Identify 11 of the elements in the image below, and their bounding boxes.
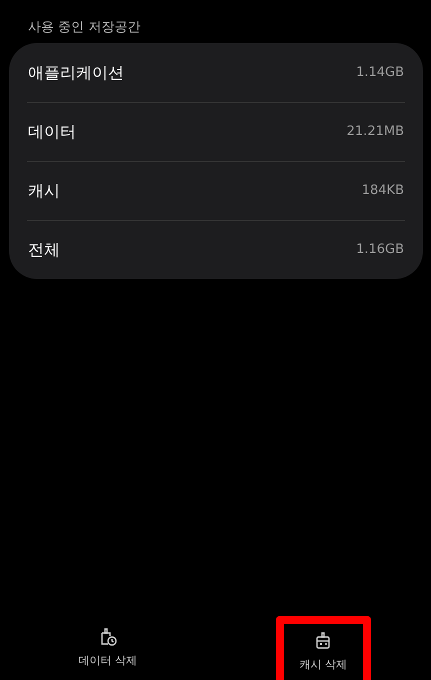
section-title: 사용 중인 저장공간 <box>27 19 142 37</box>
row-label: 애플리케이션 <box>28 62 124 84</box>
action-button[interactable]: 데이터 삭제 <box>0 616 216 680</box>
row-label: 전체 <box>28 239 60 261</box>
row-label: 캐시 <box>28 180 60 202</box>
row-value: 1.16GB <box>356 241 404 260</box>
row-label: 데이터 <box>28 121 76 143</box>
row-value: 184KB <box>362 182 404 200</box>
row-value: 1.14GB <box>356 64 404 82</box>
highlighted-button[interactable]: 캐시 삭제 <box>276 616 371 680</box>
row-value: 21.21MB <box>346 123 404 142</box>
